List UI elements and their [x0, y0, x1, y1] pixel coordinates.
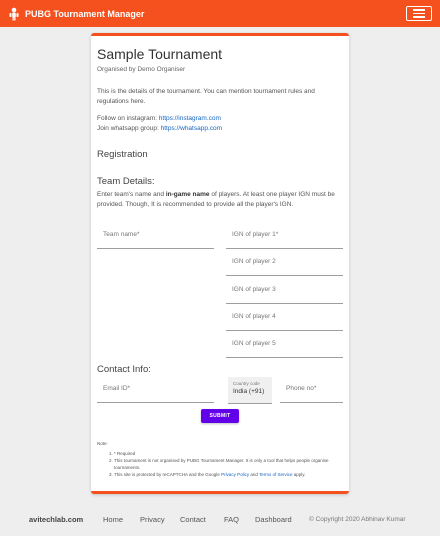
- organiser-text: Organised by Demo Organiser: [97, 66, 186, 73]
- note-item: This tournament is not organised by PUBG…: [114, 457, 343, 471]
- tournament-title: Sample Tournament: [97, 46, 223, 62]
- instagram-link[interactable]: https://instagram.com: [159, 115, 221, 122]
- team-details-heading: Team Details:: [97, 176, 155, 187]
- footer-link-faq[interactable]: FAQ: [224, 515, 239, 524]
- whatsapp-link[interactable]: https://whatsapp.com: [161, 125, 222, 132]
- controller-icon: [9, 7, 19, 20]
- notes-section: Note: * Required This tournament is not …: [97, 440, 343, 478]
- country-code-label: Country code: [233, 381, 260, 386]
- app-title: PUBG Tournament Manager: [25, 8, 145, 19]
- player-1-label: IGN of player 1*: [232, 231, 279, 238]
- player-2-field[interactable]: IGN of player 2: [226, 252, 343, 276]
- footer-link-contact[interactable]: Contact: [180, 515, 206, 524]
- notes-label: Note:: [97, 441, 108, 446]
- submit-button[interactable]: SUBMIT: [201, 409, 239, 423]
- note-item: * Required: [114, 450, 343, 457]
- whatsapp-line: Join whatsapp group: https://whatsapp.co…: [97, 124, 343, 134]
- menu-toggle-button[interactable]: [406, 6, 432, 21]
- tournament-card: Sample Tournament Organised by Demo Orga…: [91, 33, 349, 494]
- social-links: Follow on instagram: https://instagram.c…: [97, 114, 343, 134]
- country-code-select[interactable]: Country code India (+91): [228, 377, 272, 404]
- footer-copyright: © Copyright 2020 Abhinav Kumar: [309, 515, 406, 523]
- navbar: PUBG Tournament Manager: [0, 0, 440, 27]
- player-5-field[interactable]: IGN of player 5: [226, 334, 343, 358]
- phone-field[interactable]: Phone no*: [280, 379, 343, 403]
- instagram-line: Follow on instagram: https://instagram.c…: [97, 114, 343, 124]
- country-code-value: India (+91): [233, 388, 265, 395]
- footer-link-privacy[interactable]: Privacy: [140, 515, 165, 524]
- contact-info-heading: Contact Info:: [97, 364, 151, 375]
- whatsapp-label: Join whatsapp group:: [97, 125, 161, 132]
- player-4-field[interactable]: IGN of player 4: [226, 307, 343, 331]
- privacy-policy-link[interactable]: Privacy Policy: [221, 472, 249, 477]
- footer: avitechlab.com Home Privacy Contact FAQ …: [0, 502, 440, 536]
- hamburger-icon: [413, 9, 425, 11]
- player-3-label: IGN of player 3: [232, 286, 276, 293]
- team-desc-part1: Enter team's name and: [97, 191, 166, 198]
- team-desc-bold: in-game name: [165, 191, 210, 198]
- recaptcha-and: and: [249, 472, 260, 477]
- recaptcha-apply: apply.: [292, 472, 306, 477]
- email-label: Email ID*: [103, 385, 131, 392]
- tournament-description: This is the details of the tournament. Y…: [97, 88, 315, 105]
- player-3-field[interactable]: IGN of player 3: [226, 280, 343, 304]
- hamburger-icon-bar: [413, 16, 425, 18]
- footer-link-home[interactable]: Home: [103, 515, 123, 524]
- footer-link-dashboard[interactable]: Dashboard: [255, 515, 292, 524]
- phone-label: Phone no*: [286, 385, 317, 392]
- footer-site-name[interactable]: avitechlab.com: [29, 515, 83, 524]
- note-item-recaptcha: This site is protected by reCAPTCHA and …: [114, 471, 343, 478]
- terms-of-service-link[interactable]: Terms of Service: [259, 472, 293, 477]
- team-name-label: Team name*: [103, 231, 140, 238]
- player-1-field[interactable]: IGN of player 1*: [226, 225, 343, 249]
- notes-list: * Required This tournament is not organi…: [97, 450, 343, 478]
- team-name-field[interactable]: Team name*: [97, 225, 214, 249]
- player-5-label: IGN of player 5: [232, 340, 276, 347]
- recaptcha-text: This site is protected by reCAPTCHA and …: [114, 472, 222, 477]
- player-4-label: IGN of player 4: [232, 313, 276, 320]
- email-field[interactable]: Email ID*: [97, 379, 214, 403]
- team-details-description: Enter team's name and in-game name of pl…: [97, 190, 343, 210]
- registration-heading: Registration: [97, 149, 148, 160]
- instagram-label: Follow on instagram:: [97, 115, 159, 122]
- hamburger-icon-bar: [413, 12, 425, 15]
- player-2-label: IGN of player 2: [232, 258, 276, 265]
- brand[interactable]: PUBG Tournament Manager: [8, 7, 144, 21]
